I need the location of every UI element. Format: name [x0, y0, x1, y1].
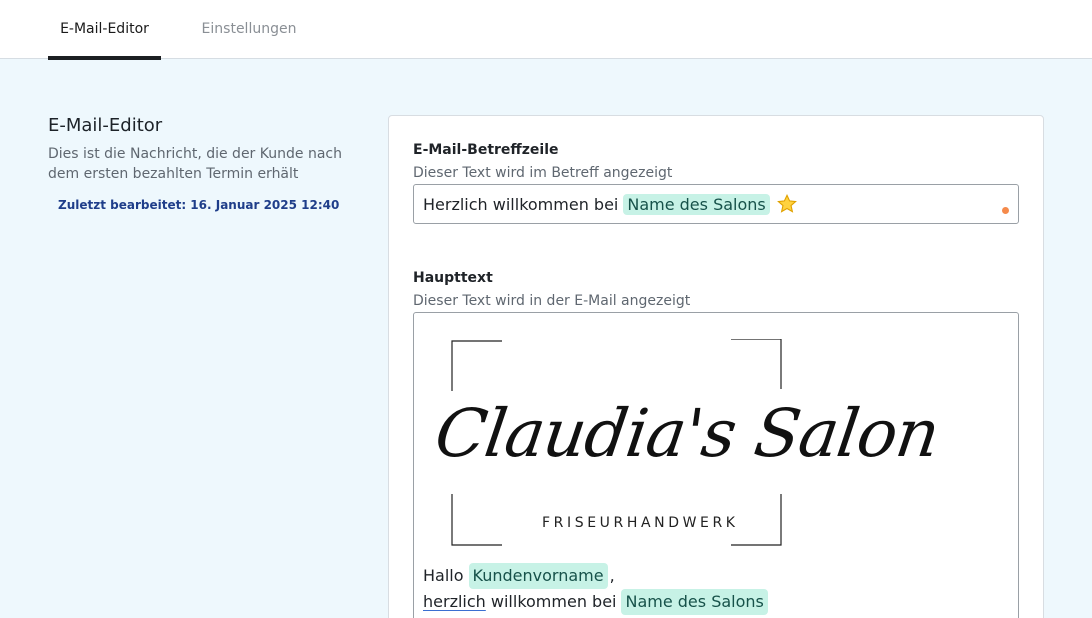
- subject-text: Herzlich willkommen bei: [423, 194, 619, 214]
- section-description: Dies ist die Nachricht, die der Kunde na…: [48, 146, 342, 182]
- logo-script-text: Claudia's Salon: [430, 395, 944, 472]
- body-label: Haupttext: [413, 270, 493, 286]
- salon-name-chip[interactable]: Name des Salons: [623, 193, 770, 215]
- salon-name-chip-body[interactable]: Name des Salons: [621, 589, 768, 615]
- body-help: Dieser Text wird in der E-Mail angezeigt: [413, 293, 691, 309]
- body-line-1: Hallo Kundenvorname,: [423, 563, 770, 589]
- subject-label: E-Mail-Betreffzeile: [413, 142, 559, 158]
- salon-logo-image: Claudia's Salon FRISEURHANDWERK: [431, 339, 943, 547]
- tab-settings[interactable]: Einstellungen: [190, 0, 308, 59]
- last-edited-label: Zuletzt bearbeitet: 16. Januar 2025 12:4…: [58, 198, 340, 212]
- top-tab-bar: E-Mail-Editor Einstellungen: [0, 0, 1092, 60]
- section-title: E-Mail-Editor: [48, 115, 163, 136]
- comma-text: ,: [609, 566, 615, 585]
- customer-firstname-chip[interactable]: Kundenvorname: [468, 563, 608, 589]
- welcome-text: willkommen bei: [490, 592, 617, 611]
- body-line-2: herzlich willkommen bei Name des Salons: [423, 589, 770, 615]
- subject-input[interactable]: Herzlich willkommen bei Name des Salons: [413, 184, 1019, 224]
- status-dot-icon: [1002, 207, 1009, 214]
- spellcheck-word[interactable]: herzlich: [423, 592, 486, 611]
- greeting-text: Hallo: [423, 566, 464, 585]
- tab-email-editor[interactable]: E-Mail-Editor: [48, 0, 161, 60]
- body-text: Hallo Kundenvorname, herzlich willkommen …: [423, 563, 770, 615]
- star-icon: [776, 193, 798, 215]
- email-editor-card: E-Mail-Betreffzeile Dieser Text wird im …: [388, 115, 1044, 618]
- subject-help: Dieser Text wird im Betreff angezeigt: [413, 165, 673, 181]
- body-editor[interactable]: Claudia's Salon FRISEURHANDWERK Hallo Kun…: [413, 312, 1019, 618]
- logo-subtitle: FRISEURHANDWERK: [542, 515, 739, 531]
